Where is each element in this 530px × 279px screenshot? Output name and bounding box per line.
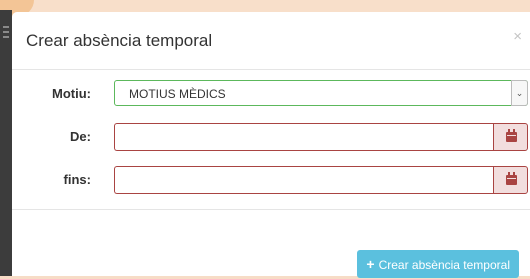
from-date-label: De: (70, 129, 91, 144)
page-backdrop (0, 0, 530, 12)
absence-modal: Crear absència temporal × Motiu: MOTIUS … (12, 12, 530, 278)
to-date-label: fins: (63, 172, 91, 187)
to-date-row: fins: (12, 166, 530, 194)
sidebar-bar (3, 26, 9, 28)
close-icon[interactable]: × (513, 28, 522, 45)
sidebar-bar (3, 31, 9, 33)
chevron-down-icon[interactable]: ⌄ (511, 80, 528, 106)
plus-icon: + (366, 256, 375, 272)
reason-selected-value: MOTIUS MÈDICS (129, 87, 226, 101)
reason-label: Motiu: (52, 86, 91, 101)
from-date-row: De: (12, 123, 530, 151)
sidebar-bar (3, 36, 9, 38)
to-date-input[interactable] (114, 166, 493, 194)
reason-row: Motiu: MOTIUS MÈDICS ⌄ (12, 80, 530, 108)
create-absence-button[interactable]: + Crear absència temporal (357, 250, 519, 278)
calendar-icon (506, 172, 517, 185)
page-backdrop-sidebar (0, 10, 12, 276)
from-date-input[interactable] (114, 123, 493, 151)
from-date-calendar-button[interactable] (493, 123, 528, 151)
modal-title: Crear absència temporal (26, 31, 213, 50)
modal-header: Crear absència temporal × (12, 12, 530, 70)
to-date-calendar-button[interactable] (493, 166, 528, 194)
reason-select[interactable]: MOTIUS MÈDICS ⌄ (114, 80, 528, 106)
modal-footer: + Crear absència temporal (12, 209, 530, 278)
create-absence-button-label: Crear absència temporal (378, 258, 510, 272)
calendar-icon (506, 129, 517, 142)
